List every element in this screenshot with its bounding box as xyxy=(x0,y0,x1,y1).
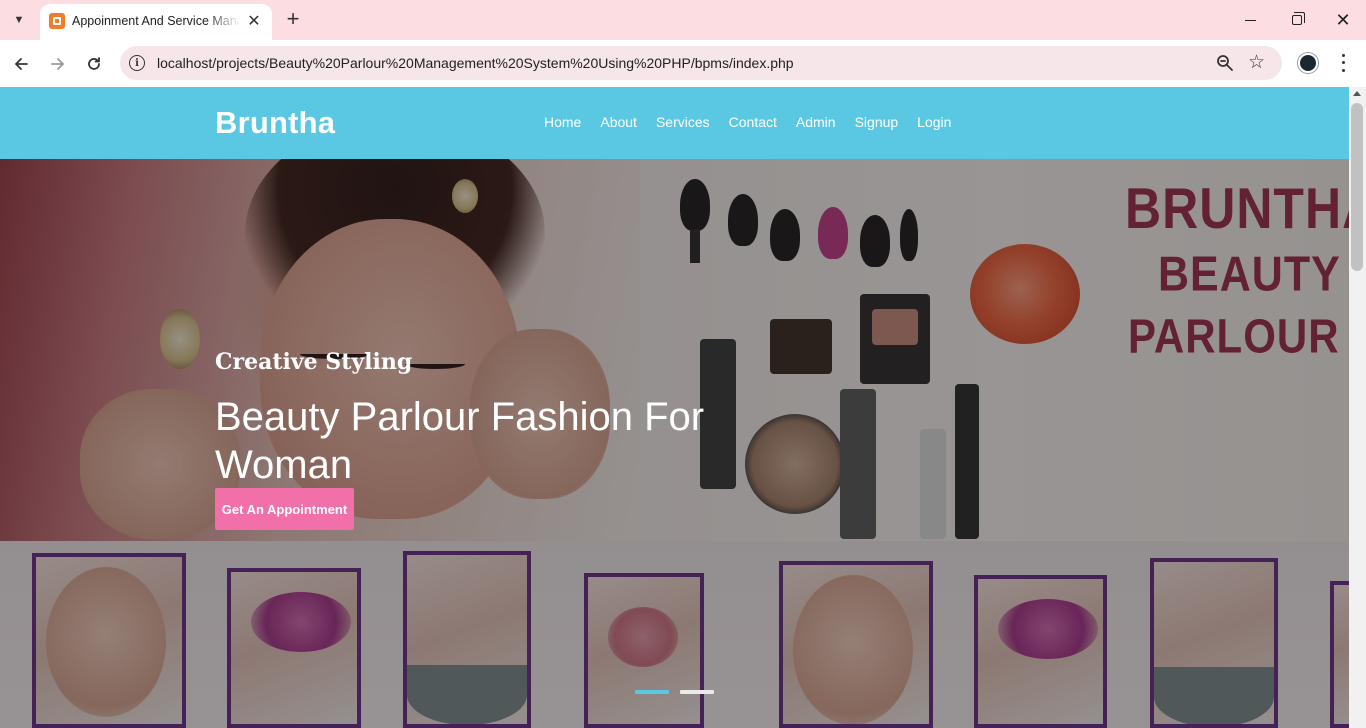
hero-subtitle: Creative Styling xyxy=(215,349,413,375)
nav-about[interactable]: About xyxy=(600,114,637,130)
carousel-indicator-1[interactable] xyxy=(635,690,669,694)
more-vert-icon[interactable] xyxy=(1335,52,1351,74)
nav-signup[interactable]: Signup xyxy=(855,114,899,130)
profile-icon[interactable] xyxy=(1298,53,1318,73)
nav-login[interactable]: Login xyxy=(917,114,951,130)
hero-carousel: BRUNTHA BEAUTY PARLOUR Creative Styling … xyxy=(0,159,1349,728)
carousel-indicators xyxy=(635,690,714,694)
nav-home[interactable]: Home xyxy=(544,114,581,130)
browser-tab[interactable]: Appoinment And Service Management ✕ xyxy=(40,4,272,40)
restore-icon[interactable] xyxy=(1283,6,1311,34)
page-viewport: Bruntha Home About Services Contact Admi… xyxy=(0,87,1349,728)
forward-icon[interactable] xyxy=(45,51,71,77)
info-icon[interactable]: i xyxy=(129,55,145,71)
nav-services[interactable]: Services xyxy=(656,114,710,130)
back-icon[interactable] xyxy=(8,51,34,77)
url-text[interactable]: localhost/projects/Beauty%20Parlour%20Ma… xyxy=(157,55,794,71)
window-close-icon[interactable]: ✕ xyxy=(1329,6,1357,34)
star-icon[interactable]: ☆ xyxy=(1248,51,1265,74)
scroll-thumb[interactable] xyxy=(1351,103,1363,271)
address-bar[interactable]: i localhost/projects/Beauty%20Parlour%20… xyxy=(120,46,1282,80)
reload-icon[interactable] xyxy=(81,51,107,77)
minimize-icon[interactable] xyxy=(1236,6,1264,34)
plus-icon[interactable]: + xyxy=(282,7,304,31)
nav-admin[interactable]: Admin xyxy=(796,114,836,130)
get-appointment-button[interactable]: Get An Appointment xyxy=(215,488,354,530)
carousel-indicator-2[interactable] xyxy=(680,690,714,694)
browser-tab-bar: ▼ Appoinment And Service Management ✕ + … xyxy=(0,0,1366,40)
favicon-icon xyxy=(49,13,65,29)
brand-logo[interactable]: Bruntha xyxy=(215,105,335,141)
scroll-up-icon[interactable] xyxy=(1353,91,1361,96)
page-scrollbar[interactable] xyxy=(1349,87,1366,728)
tab-list-icon[interactable]: ▼ xyxy=(6,8,32,32)
hero-title: Beauty Parlour Fashion For Woman xyxy=(215,395,705,487)
tab-title: Appoinment And Service Management xyxy=(72,14,240,28)
main-nav: Home About Services Contact Admin Signup… xyxy=(544,114,970,130)
close-icon[interactable]: ✕ xyxy=(244,11,264,31)
browser-toolbar: i localhost/projects/Beauty%20Parlour%20… xyxy=(0,40,1366,87)
site-header: Bruntha Home About Services Contact Admi… xyxy=(0,87,1349,159)
nav-contact[interactable]: Contact xyxy=(729,114,777,130)
zoom-icon[interactable] xyxy=(1216,54,1234,72)
